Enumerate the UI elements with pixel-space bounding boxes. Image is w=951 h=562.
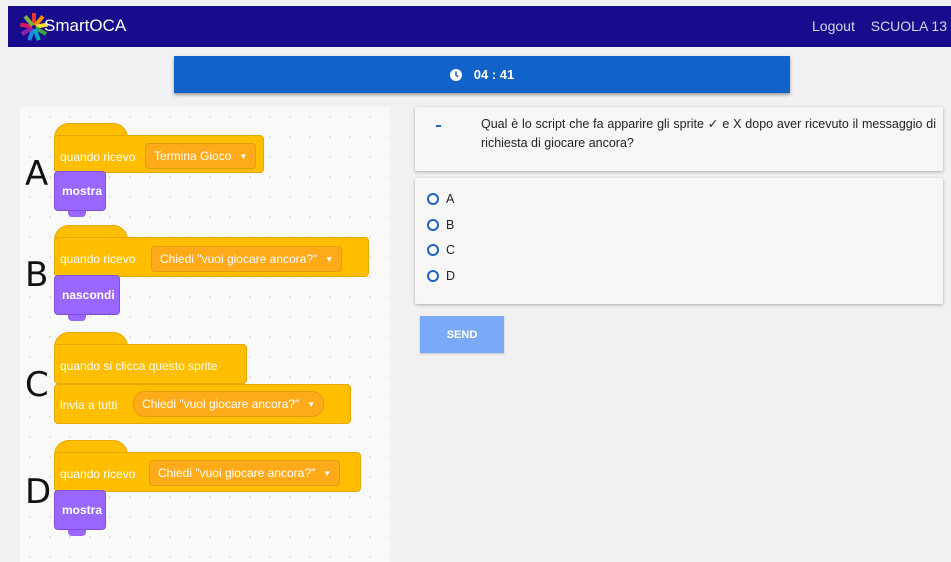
option-letter-b: B xyxy=(25,255,49,295)
action-label-a: mostra xyxy=(62,184,103,198)
event-label-b: quando ricevo xyxy=(60,252,136,266)
question-marker xyxy=(436,125,441,127)
event-block-d: quando ricevo Chiedi "vuoi giocare ancor… xyxy=(54,452,361,492)
brand-name[interactable]: SmartOCA xyxy=(44,16,126,36)
answer-option-c[interactable]: C xyxy=(427,243,455,257)
dropdown-label-c: Chiedi "vuoi giocare ancora?" xyxy=(142,397,300,411)
event-block-c: quando si clicca questo sprite xyxy=(54,344,247,384)
answer-label-a: A xyxy=(446,192,455,206)
event-label-a: quando ricevo xyxy=(60,150,136,164)
radio-icon[interactable] xyxy=(427,270,439,282)
event-label-c: quando si clicca questo sprite xyxy=(60,359,218,373)
message-dropdown-b: Chiedi "vuoi giocare ancora?" ▼ xyxy=(151,246,343,272)
answer-option-b[interactable]: B xyxy=(427,218,454,232)
caret-down-icon: ▼ xyxy=(239,151,248,161)
notch-a xyxy=(68,211,86,217)
message-dropdown-c: Chiedi "vuoi giocare ancora?" ▼ xyxy=(133,391,325,417)
answer-label-b: B xyxy=(446,218,455,232)
radio-icon[interactable] xyxy=(427,219,439,231)
event-block-a: quando ricevo Termina Gioco ▼ xyxy=(54,135,264,173)
looks-block-d: mostra xyxy=(54,490,106,530)
nav-right: Logout SCUOLA 13 xyxy=(800,18,947,34)
timer-bar: 04 : 41 xyxy=(174,56,790,93)
event-block-b: quando ricevo Chiedi "vuoi giocare ancor… xyxy=(54,237,369,277)
action-label-b: nascondi xyxy=(62,288,115,302)
timer-value: 04 : 41 xyxy=(473,67,515,82)
dropdown-label-b: Chiedi "vuoi giocare ancora?" xyxy=(160,252,318,266)
dropdown-label-a: Termina Gioco xyxy=(154,149,232,163)
message-dropdown-a: Termina Gioco ▼ xyxy=(145,143,257,169)
option-letter-d: D xyxy=(25,472,52,512)
answer-options: A B C D xyxy=(415,178,943,304)
clock-icon xyxy=(449,68,462,81)
option-letter-c: C xyxy=(25,365,49,405)
answer-label-d: D xyxy=(446,269,456,283)
dropdown-label-d: Chiedi "vuoi giocare ancora?" xyxy=(158,466,316,480)
event-label-d: quando ricevo xyxy=(60,467,136,481)
answer-option-d[interactable]: D xyxy=(427,269,455,283)
action-label-d: mostra xyxy=(62,503,103,517)
looks-block-b: nascondi xyxy=(54,275,120,315)
navbar: SmartOCA Logout SCUOLA 13 xyxy=(8,6,951,47)
caret-down-icon: ▼ xyxy=(323,468,332,478)
radio-icon[interactable] xyxy=(427,193,439,205)
blocks-image: A quando ricevo Termina Gioco ▼ mostra B … xyxy=(20,107,390,562)
radio-icon[interactable] xyxy=(427,244,439,256)
option-letter-a: A xyxy=(25,154,49,194)
logout-link[interactable]: Logout xyxy=(812,18,855,34)
action-label-c: invia a tutti xyxy=(60,398,118,412)
question-card: Qual è lo script che fa apparire gli spr… xyxy=(415,107,943,171)
question-text: Qual è lo script che fa apparire gli spr… xyxy=(481,117,936,150)
answer-label-c: C xyxy=(446,243,456,257)
looks-block-a: mostra xyxy=(54,171,106,211)
notch-b xyxy=(68,315,86,321)
send-button[interactable]: SEND xyxy=(420,316,504,353)
message-dropdown-d: Chiedi "vuoi giocare ancora?" ▼ xyxy=(149,460,341,486)
caret-down-icon: ▼ xyxy=(325,254,334,264)
answer-option-a[interactable]: A xyxy=(427,192,454,206)
notch-d xyxy=(68,530,86,536)
school-name: SCUOLA 13 xyxy=(870,18,947,34)
broadcast-block-c: invia a tutti Chiedi "vuoi giocare ancor… xyxy=(54,384,351,424)
caret-down-icon: ▼ xyxy=(307,399,316,409)
